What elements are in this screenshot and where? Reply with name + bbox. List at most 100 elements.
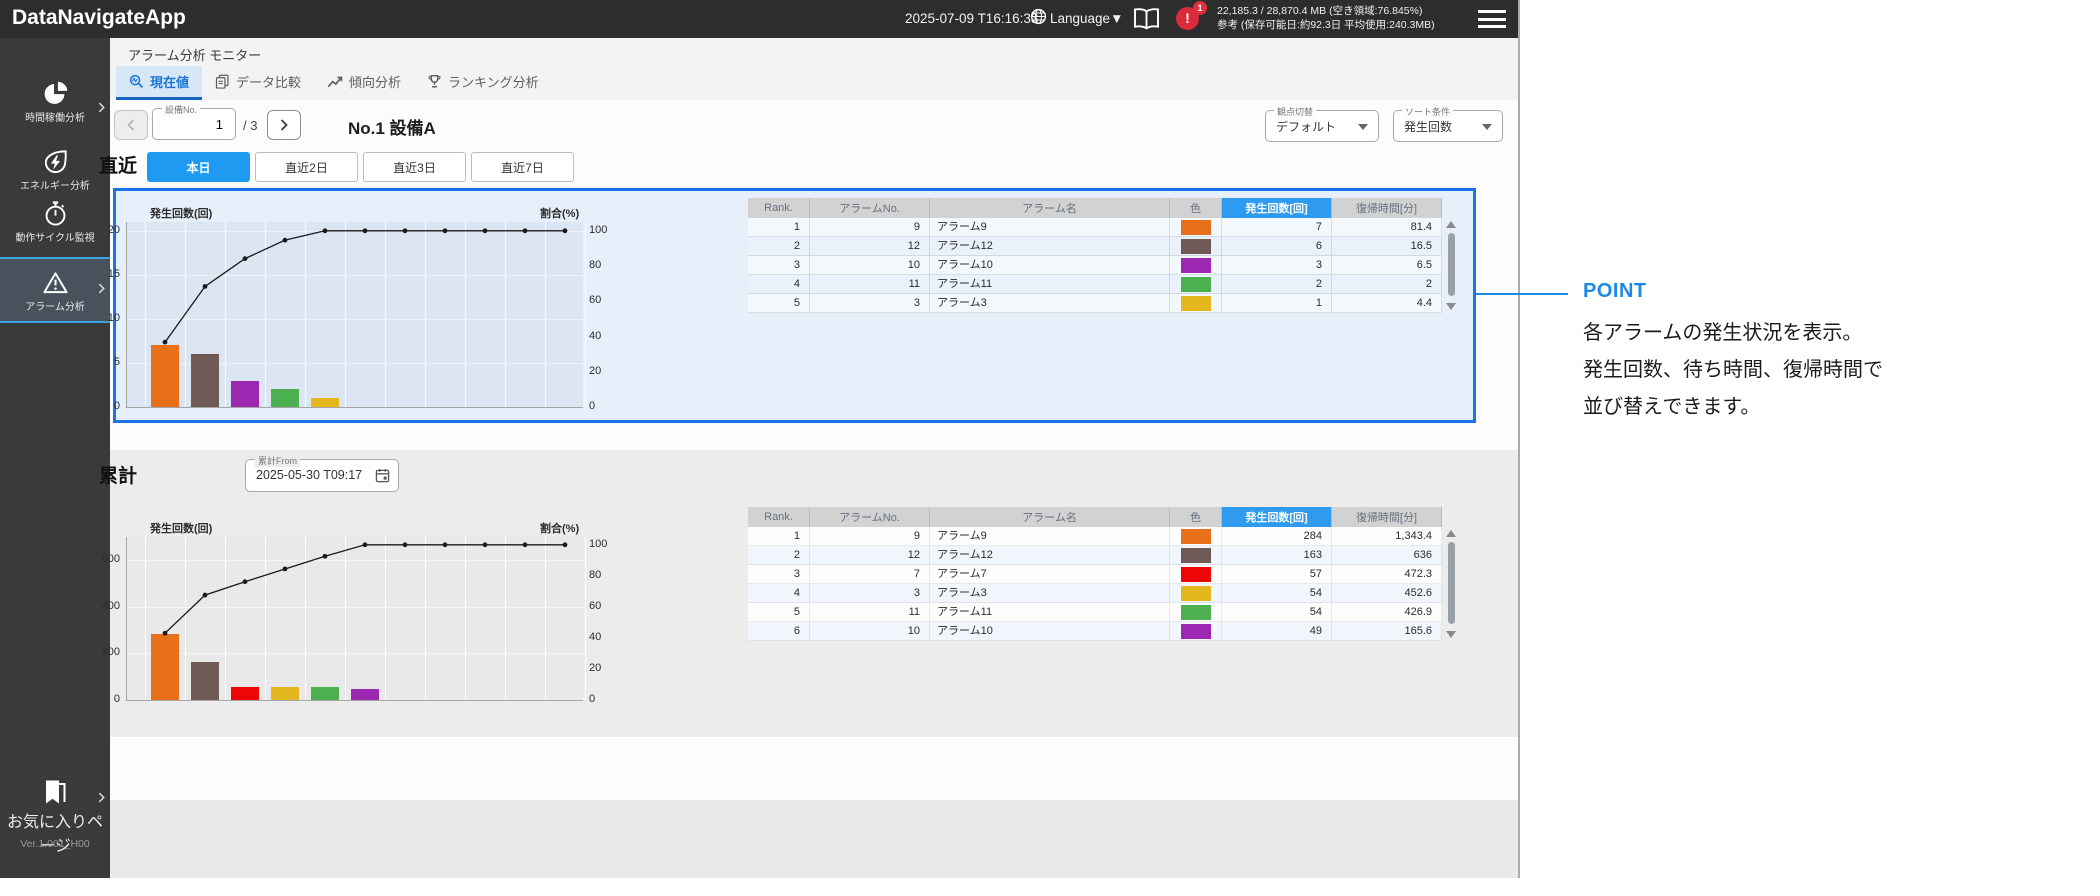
table-cell: アラーム9 — [930, 218, 1170, 237]
left-axis-title: 発生回数(回) — [150, 520, 212, 536]
cumulative-point — [243, 579, 248, 584]
right-axis-tick: 100 — [589, 538, 619, 550]
table-cell: 284 — [1222, 527, 1332, 546]
sidebar-item-label: エネルギー分析 — [3, 178, 108, 192]
range-button-2[interactable]: 直近2日 — [255, 152, 358, 182]
table-cell: 81.4 — [1332, 218, 1442, 237]
data-compare-icon — [215, 74, 230, 89]
column-header-6[interactable]: 復帰時間[分] — [1332, 507, 1442, 527]
equipment-no-input[interactable] — [161, 109, 225, 139]
table-cell: 3 — [748, 565, 810, 584]
alert-icon[interactable]: ! 1 — [1176, 7, 1199, 30]
table-cell: 12 — [810, 237, 930, 256]
manual-book-icon[interactable] — [1132, 7, 1161, 35]
table-cell: 57 — [1222, 565, 1332, 584]
scroll-down-icon[interactable] — [1446, 303, 1456, 310]
chevron-right-icon[interactable] — [98, 281, 105, 299]
chevron-right-icon[interactable] — [98, 100, 105, 118]
hamburger-menu-icon[interactable] — [1478, 10, 1506, 28]
scrollbar-thumb[interactable] — [1448, 233, 1455, 296]
tab-label: 傾向分析 — [349, 72, 401, 91]
column-header-3[interactable]: アラーム名 — [930, 198, 1170, 218]
table-cell: 10 — [810, 622, 930, 641]
left-axis-tick: 5 — [92, 356, 120, 368]
right-axis-tick: 40 — [589, 330, 619, 342]
column-header-2[interactable]: アラームNo. — [810, 198, 930, 218]
column-header-4[interactable]: 色 — [1170, 507, 1222, 527]
scroll-down-icon[interactable] — [1446, 631, 1456, 638]
cumulative-point — [483, 228, 488, 233]
cumulative-from-datepicker[interactable]: 累計From 2025-05-30 T09:17 — [245, 459, 399, 492]
column-header-3[interactable]: アラーム名 — [930, 507, 1170, 527]
sort-select-dropdown[interactable]: ソート条件 発生回数 — [1393, 110, 1503, 142]
alarm-color-cell — [1170, 622, 1222, 641]
column-header-6[interactable]: 復帰時間[分] — [1332, 198, 1442, 218]
alarm-color-cell — [1170, 294, 1222, 313]
cumulative-from-label: 累計From — [255, 454, 300, 467]
prev-equipment-button[interactable] — [114, 110, 148, 140]
sidebar-item-1[interactable]: 時間稼働分析 — [0, 78, 110, 140]
cumulative-point — [443, 542, 448, 547]
range-button-1[interactable]: 本日 — [147, 152, 250, 182]
equipment-no-field[interactable]: 設備No. — [152, 108, 236, 140]
column-header-4[interactable]: 色 — [1170, 198, 1222, 218]
table-cell: アラーム10 — [930, 256, 1170, 275]
left-axis-tick: 20 — [92, 224, 120, 236]
left-axis-tick: 0 — [92, 400, 120, 412]
gridline — [585, 537, 586, 700]
table-cell: 54 — [1222, 603, 1332, 622]
alarm-icon — [41, 269, 69, 297]
pareto-plot — [126, 537, 583, 701]
range-button-3[interactable]: 直近3日 — [363, 152, 466, 182]
left-axis-tick: 600 — [92, 553, 120, 565]
cumulative-point — [403, 228, 408, 233]
table-cell: 452.6 — [1332, 584, 1442, 603]
tab-3[interactable]: 傾向分析 — [314, 66, 414, 100]
table-cell: 4 — [748, 275, 810, 294]
alarm-color-swatch — [1181, 586, 1211, 601]
calendar-icon[interactable] — [375, 468, 390, 488]
right-axis-tick: 0 — [589, 400, 619, 412]
alarm-color-swatch — [1181, 548, 1211, 563]
right-axis-tick: 40 — [589, 631, 619, 643]
table-cell: 5 — [748, 603, 810, 622]
scroll-up-icon[interactable] — [1446, 221, 1456, 228]
column-header-5[interactable]: 発生回数[回] — [1222, 507, 1332, 527]
tab-4[interactable]: ランキング分析 — [414, 66, 552, 100]
table-cell: 4.4 — [1332, 294, 1442, 313]
table-cell: アラーム11 — [930, 275, 1170, 294]
ranking-icon — [427, 74, 442, 89]
cumulative-point — [563, 542, 568, 547]
column-header-5[interactable]: 発生回数[回] — [1222, 198, 1332, 218]
point-annotation-text: 各アラームの発生状況を表示。 — [1583, 316, 1923, 345]
scroll-up-icon[interactable] — [1446, 530, 1456, 537]
left-axis-title: 発生回数(回) — [150, 205, 212, 221]
table-cell: 472.3 — [1332, 565, 1442, 584]
alarm-color-swatch — [1181, 605, 1211, 620]
right-axis-tick: 60 — [589, 600, 619, 612]
range-button-4[interactable]: 直近7日 — [471, 152, 574, 182]
right-axis-title: 割合(%) — [540, 205, 579, 221]
cumulative-point — [443, 228, 448, 233]
next-equipment-button[interactable] — [267, 110, 301, 140]
column-header-2[interactable]: アラームNo. — [810, 507, 930, 527]
right-axis-tick: 20 — [589, 365, 619, 377]
table-cell: 54 — [1222, 584, 1332, 603]
table-cell: 3 — [1222, 256, 1332, 275]
alarm-color-swatch — [1181, 624, 1211, 639]
column-header-1[interactable]: Rank. — [748, 198, 810, 218]
table-cell: 3 — [810, 584, 930, 603]
tab-bar: 現在値 データ比較 傾向分析ランキング分析 — [110, 66, 1518, 101]
tab-2[interactable]: データ比較 — [202, 66, 314, 100]
scrollbar-thumb[interactable] — [1448, 542, 1455, 624]
tab-1[interactable]: 現在値 — [116, 66, 202, 100]
view-select-dropdown[interactable]: 観点切替 デフォルト — [1265, 110, 1379, 142]
language-menu[interactable]: Language▼ — [1030, 8, 1123, 28]
tab-label: 現在値 — [150, 72, 189, 91]
chevron-right-icon[interactable] — [98, 790, 105, 808]
alarm-color-cell — [1170, 218, 1222, 237]
view-select-label: 観点切替 — [1274, 105, 1316, 118]
tab-label: データ比較 — [236, 72, 301, 91]
column-header-1[interactable]: Rank. — [748, 507, 810, 527]
cumulative-point — [163, 631, 168, 636]
